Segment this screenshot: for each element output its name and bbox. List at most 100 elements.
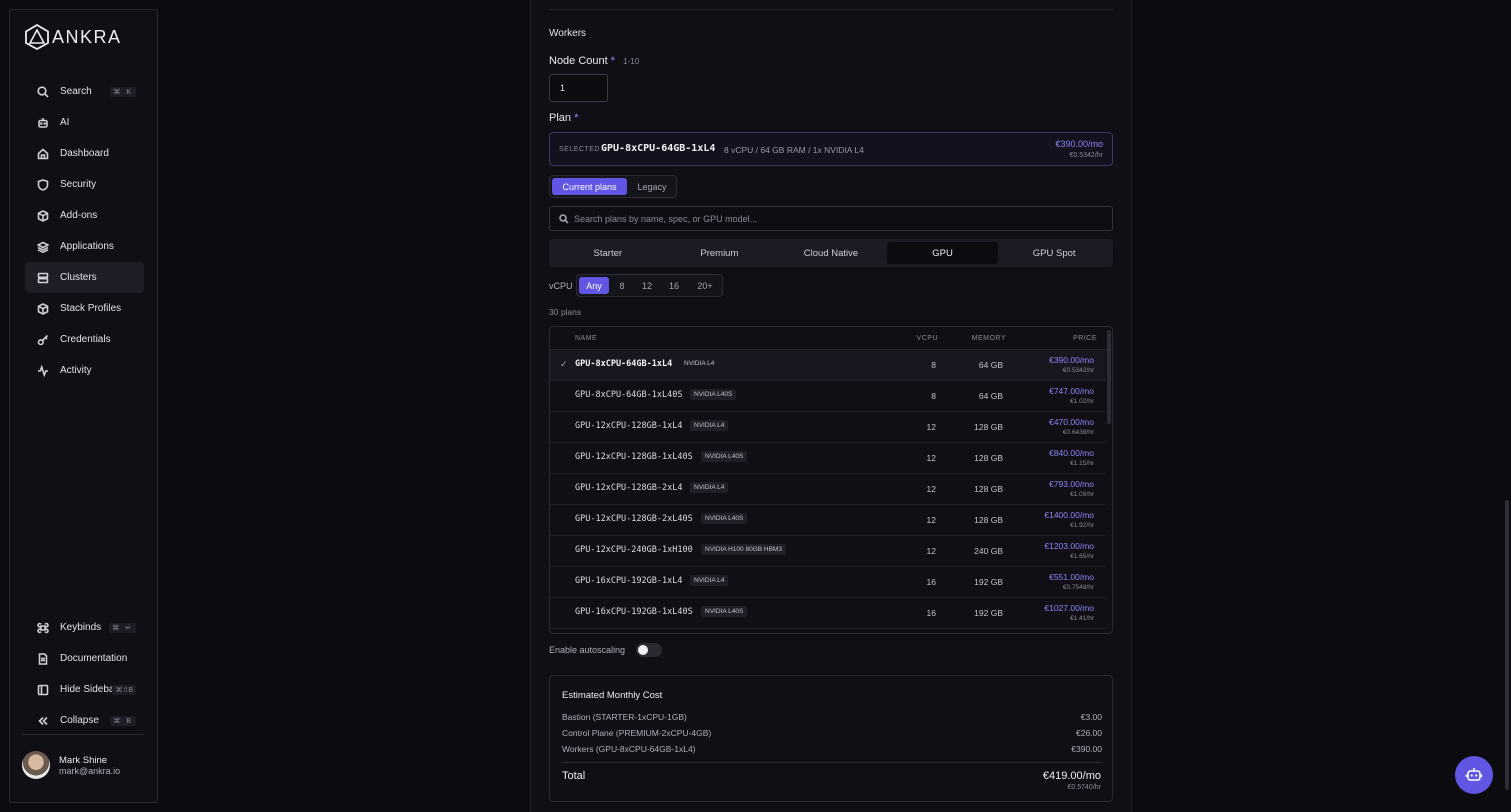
sidebar-item-label: Applications (60, 241, 114, 252)
plan-name: GPU-12xCPU-128GB-1xL4 (575, 421, 683, 431)
table-scrollbar[interactable] (1107, 330, 1111, 424)
check-icon: ✓ (560, 359, 568, 369)
package-icon (36, 209, 50, 223)
cost-line-control-plane: Control Plane (PREMIUM-2xCPU-4GB) €26.00 (562, 728, 1102, 738)
gpu-badge: NVIDIA L4 (684, 360, 715, 367)
plan-memory: 128 GB (974, 453, 1003, 463)
table-row[interactable]: GPU-12xCPU-128GB-2xL4 NVIDIA L4 12 128 GB €7… (550, 474, 1106, 505)
plan-hourly: €1.65/hr (1070, 553, 1094, 560)
sidebar-item-activity[interactable]: Activity (25, 355, 144, 386)
table-row[interactable]: GPU-12xCPU-128GB-1xL4 NVIDIA L4 12 128 GB €4… (550, 412, 1106, 443)
sidebar-item-dashboard[interactable]: Dashboard (25, 138, 144, 169)
table-header: NAME VCPU MEMORY PRICE (550, 327, 1112, 350)
page-scrollbar[interactable] (1505, 500, 1509, 790)
table-row[interactable]: GPU-12xCPU-128GB-2xL40S NVIDIA L40S 12 128 … (550, 505, 1106, 536)
cost-line-label: Control Plane (PREMIUM-2xCPU-4GB) (562, 728, 712, 738)
plan-hourly: €1.02/hr (1070, 398, 1094, 405)
current-plans-button[interactable]: Current plans (552, 178, 627, 195)
gpu-badge: NVIDIA H100 80GB HBM3 (701, 544, 786, 555)
sidebar-item-stack-profiles[interactable]: Stack Profiles (25, 293, 144, 324)
plan-hourly: €1.41/hr (1070, 615, 1094, 622)
activity-icon (36, 364, 50, 378)
total-label: Total (562, 770, 586, 782)
plan-hourly: €0.5342/hr (1062, 367, 1094, 374)
sidebar-item-documentation[interactable]: Documentation (25, 643, 144, 674)
table-row[interactable]: GPU-8xCPU-64GB-1xL40S NVIDIA L40S 8 64 GB €7… (550, 381, 1106, 412)
sidebar-item-applications[interactable]: Applications (25, 231, 144, 262)
sidebar-item-add-ons[interactable]: Add-ons (25, 200, 144, 231)
sidebar-icon (36, 683, 50, 697)
tab-premium[interactable]: Premium (664, 242, 776, 264)
gpu-badge: NVIDIA L4 (690, 482, 729, 493)
autoscaling-label: Enable autoscaling (549, 645, 626, 655)
vcpu-option-8[interactable]: 8 (612, 277, 632, 294)
sidebar-item-label: Activity (60, 365, 92, 376)
node-count-label-text: Node Count (549, 55, 608, 67)
total-value: €419.00/mo (1042, 770, 1101, 782)
tab-gpu-spot[interactable]: GPU Spot (998, 242, 1110, 264)
sidebar-item-clusters[interactable]: Clusters (25, 262, 144, 293)
vcpu-option-20plus[interactable]: 20+ (690, 277, 720, 294)
robot-icon (36, 116, 50, 130)
brand-logo[interactable]: ANKRA (25, 24, 122, 50)
required-marker: * (574, 112, 579, 124)
plan-search-input[interactable] (574, 207, 1094, 230)
plan-type-toggle: Current plans Legacy (549, 175, 677, 198)
sidebar-item-collapse[interactable]: Collapse ⌘ B (25, 705, 144, 736)
gpu-badge: NVIDIA L4 (690, 420, 729, 431)
cost-line-label: Bastion (STARTER-1xCPU-1GB) (562, 712, 687, 722)
sidebar-item-ai[interactable]: AI (25, 107, 144, 138)
box-icon (36, 302, 50, 316)
node-count-input[interactable]: 1 (549, 74, 608, 102)
shortcut-badge: ⌘⇧B (112, 684, 136, 695)
column-header-price: PRICE (1073, 335, 1097, 342)
ai-assistant-button[interactable] (1455, 756, 1493, 794)
sidebar-item-keybinds[interactable]: Keybinds ⌘ ↵ (25, 612, 144, 643)
sidebar: ANKRA Search ⌘ K AI Dashboard Security A… (9, 9, 158, 803)
key-icon (36, 333, 50, 347)
plan-vcpu: 12 (926, 422, 936, 432)
total-hourly: €0.5740/hr (1067, 784, 1101, 791)
layers-icon (36, 240, 50, 254)
sidebar-item-label: Documentation (60, 653, 128, 664)
vcpu-option-16[interactable]: 16 (662, 277, 686, 294)
user-profile[interactable]: Mark Shine mark@ankra.io (22, 751, 120, 779)
legacy-plans-button[interactable]: Legacy (630, 178, 674, 195)
plan-hourly: €0.7548/hr (1062, 584, 1094, 591)
table-row[interactable]: GPU-12xCPU-240GB-1xH100 NVIDIA H100 80GB … (550, 536, 1106, 567)
sidebar-item-search[interactable]: Search ⌘ K (25, 76, 144, 107)
sidebar-item-label: Add-ons (60, 210, 98, 221)
table-row[interactable]: GPU-16xCPU-192GB-1xL40S NVIDIA L40S 16 192 … (550, 598, 1106, 629)
plan-price: €1203.00/mo (1044, 541, 1094, 551)
plan-hourly: €1.15/hr (1070, 460, 1094, 467)
sidebar-item-security[interactable]: Security (25, 169, 144, 200)
sidebar-item-label: Stack Profiles (60, 303, 122, 314)
tab-cloud-native[interactable]: Cloud Native (775, 242, 887, 264)
node-count-label: Node Count * 1-10 (549, 55, 639, 67)
tab-starter[interactable]: Starter (552, 242, 664, 264)
plan-search (549, 206, 1113, 231)
sidebar-item-hide-sidebar[interactable]: Hide Sidebar ⌘⇧B (25, 674, 144, 705)
plan-name: GPU-12xCPU-240GB-1xH100 (575, 545, 693, 555)
vcpu-option-12[interactable]: 12 (635, 277, 659, 294)
table-row[interactable]: GPU-16xCPU-192GB-1xL4 NVIDIA L4 16 192 GB €5… (550, 567, 1106, 598)
shortcut-badge: ⌘ K (110, 86, 136, 97)
selected-tag: SELECTED (559, 146, 600, 153)
plan-price: €747.00/mo (1049, 386, 1094, 396)
plan-vcpu: 16 (926, 608, 936, 618)
tab-gpu[interactable]: GPU (886, 242, 999, 264)
autoscaling-toggle[interactable] (636, 643, 662, 657)
plan-name: GPU-12xCPU-128GB-2xL4 (575, 483, 683, 493)
sidebar-item-credentials[interactable]: Credentials (25, 324, 144, 355)
plan-hourly: €0.6438/hr (1062, 429, 1094, 436)
selected-plan-price: €390.00/mo (1055, 139, 1103, 149)
plan-name: GPU-16xCPU-192GB-1xL4 (575, 576, 683, 586)
table-row[interactable]: GPU-12xCPU-128GB-1xL40S NVIDIA L40S 12 128 … (550, 443, 1106, 474)
vcpu-option-any[interactable]: Any (579, 277, 609, 294)
table-row[interactable]: ✓ GPU-8xCPU-64GB-1xL4 NVIDIA L4 8 64 GB €390.… (550, 350, 1106, 381)
plan-memory: 128 GB (974, 484, 1003, 494)
cost-line-value: €3.00 (1080, 712, 1102, 722)
plan-memory: 128 GB (974, 422, 1003, 432)
robot-icon (1465, 768, 1483, 781)
required-marker: * (610, 55, 616, 67)
